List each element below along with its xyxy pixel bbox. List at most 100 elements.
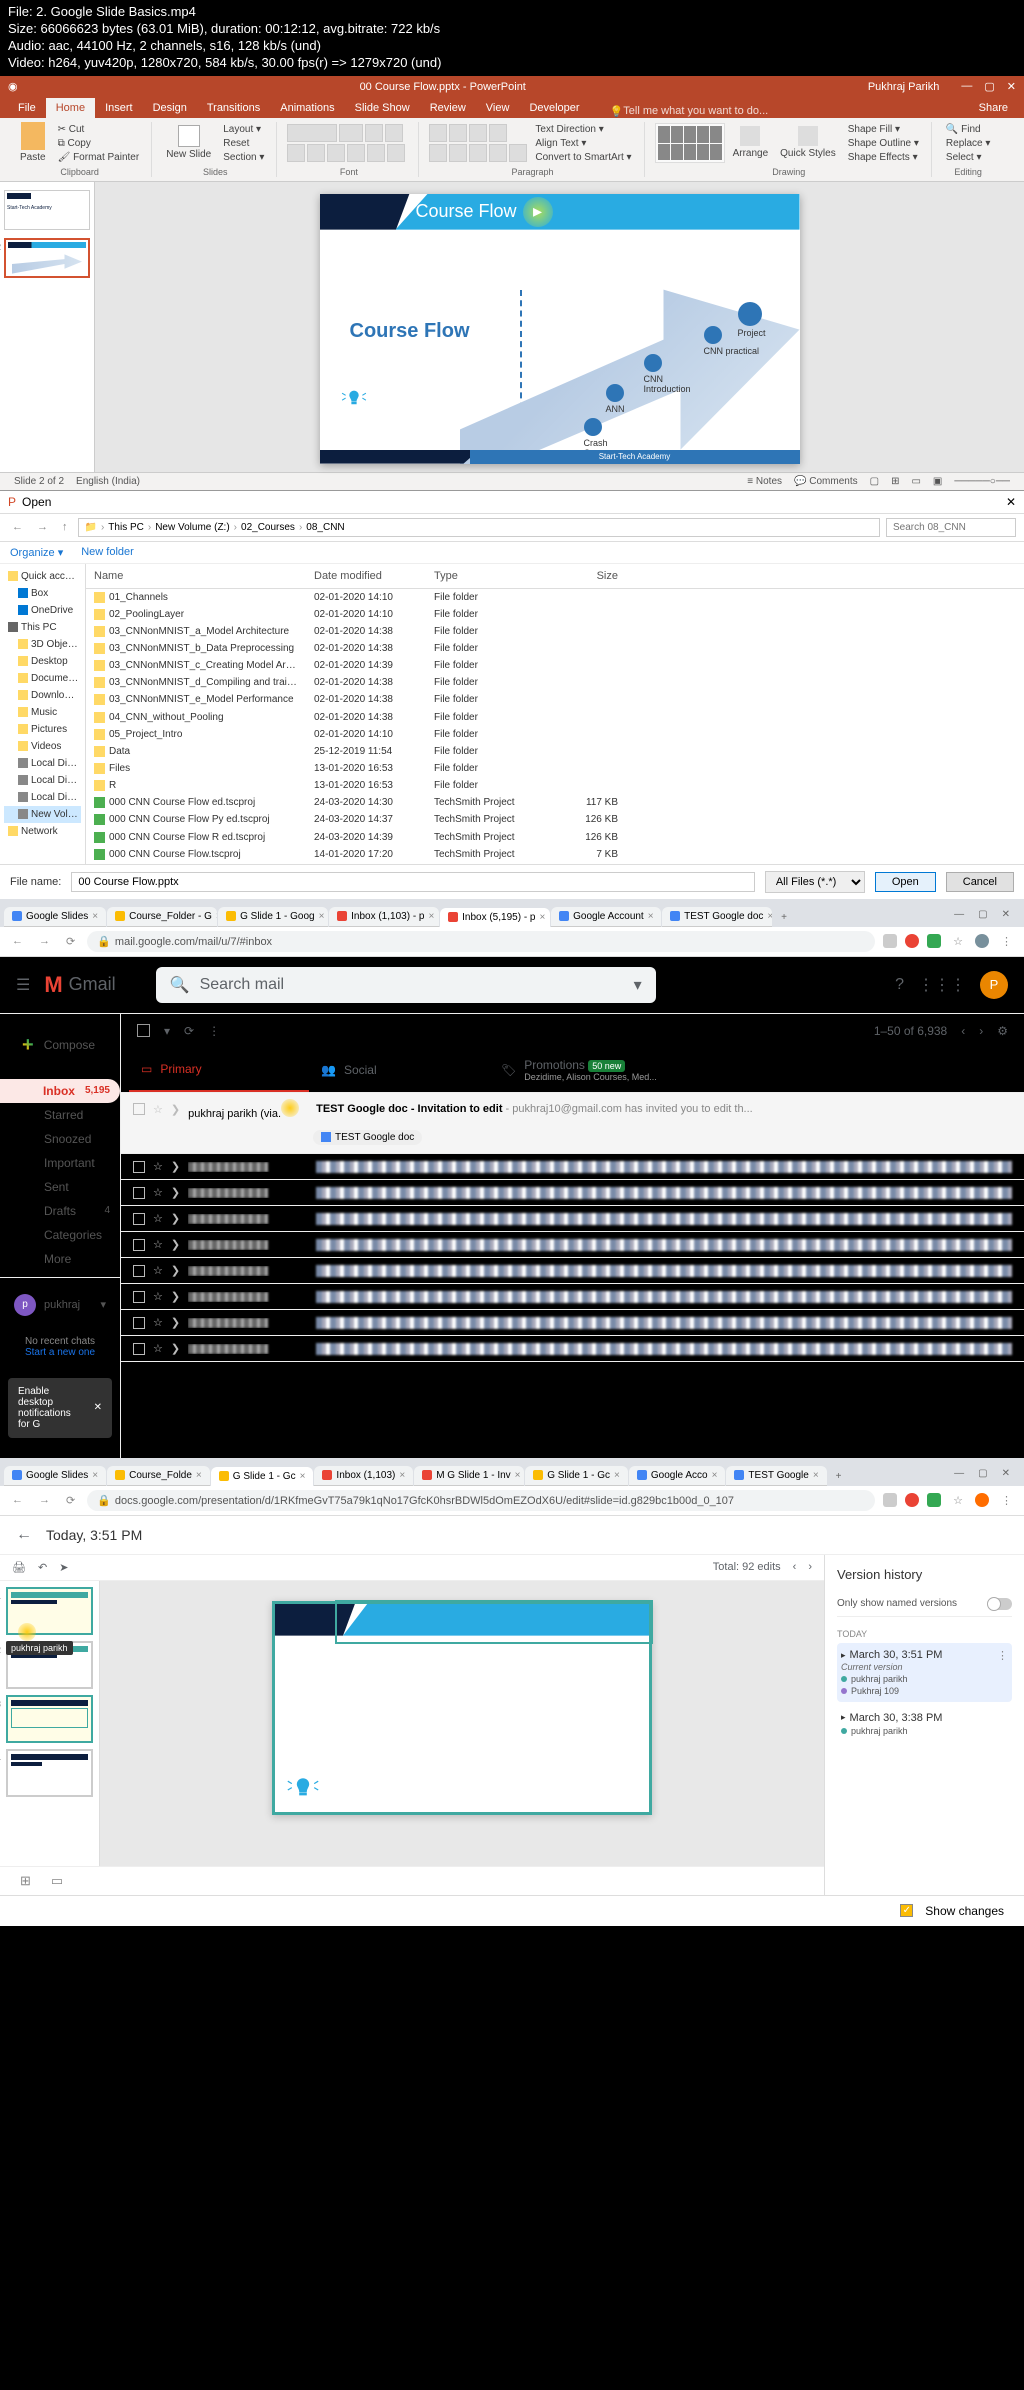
strike-button[interactable]: [347, 144, 365, 162]
file-row[interactable]: 02_PoolingLayer02-01-2020 14:10File fold…: [86, 606, 1024, 623]
file-row[interactable]: 03_CNNonMNIST_a_Model Architecture02-01-…: [86, 623, 1024, 640]
italic-button[interactable]: [307, 144, 325, 162]
browser-tab[interactable]: Inbox (5,195) - p×: [440, 908, 550, 927]
more-icon[interactable]: ⋮: [997, 1649, 1008, 1662]
ext-icon[interactable]: [927, 934, 941, 948]
help-icon[interactable]: ?: [895, 976, 904, 994]
settings-icon[interactable]: ⚙: [997, 1024, 1008, 1038]
nav-back-icon[interactable]: ←: [8, 933, 27, 949]
grow-font[interactable]: [365, 124, 383, 142]
close-icon[interactable]: ✕: [1002, 909, 1010, 920]
reset-button[interactable]: Reset: [219, 137, 268, 150]
notification-toast[interactable]: Enable desktop notifications for G ✕: [8, 1378, 112, 1438]
tab-close-icon[interactable]: ×: [712, 1470, 718, 1481]
thumb-2[interactable]: 2: [4, 238, 90, 278]
vh-thumb-1[interactable]: 1: [6, 1587, 93, 1635]
row-checkbox[interactable]: [133, 1317, 145, 1329]
version-item[interactable]: ▸March 30, 3:51 PM⋮Current versionpukhra…: [837, 1643, 1012, 1702]
tab-close-icon[interactable]: ×: [92, 1470, 98, 1481]
maximize-icon[interactable]: ▢: [978, 1468, 987, 1479]
important-icon[interactable]: ❯: [171, 1160, 180, 1173]
important-icon[interactable]: ❯: [171, 1238, 180, 1251]
profile-icon[interactable]: [975, 934, 989, 948]
col-name[interactable]: Name: [86, 568, 306, 584]
new-slide-button[interactable]: New Slide: [162, 125, 215, 161]
organize-button[interactable]: Organize ▾: [10, 546, 63, 559]
new-tab-button[interactable]: +: [828, 1467, 850, 1486]
star-icon[interactable]: ☆: [153, 1238, 163, 1251]
email-row[interactable]: ☆❯: [121, 1284, 1024, 1310]
smartart[interactable]: Convert to SmartArt ▾: [531, 151, 635, 164]
prev-icon[interactable]: ‹: [961, 1024, 965, 1038]
sidebar-item[interactable]: New Volume (Z:): [4, 806, 81, 823]
star-icon[interactable]: ☆: [949, 1492, 967, 1509]
email-row[interactable]: ☆❯: [121, 1180, 1024, 1206]
shape-effects[interactable]: Shape Effects ▾: [844, 151, 923, 164]
sidebar-item[interactable]: Quick access: [4, 568, 81, 585]
comments-button[interactable]: 💬 Comments: [794, 476, 858, 487]
important-icon[interactable]: ❯: [171, 1342, 180, 1355]
important-icon[interactable]: ❯: [171, 1316, 180, 1329]
email-row[interactable]: ☆❯: [121, 1310, 1024, 1336]
browser-tab[interactable]: M G Slide 1 - Inv×: [414, 1466, 524, 1486]
shadow-button[interactable]: [367, 144, 385, 162]
tab-file[interactable]: File: [8, 98, 46, 118]
tab-close-icon[interactable]: ×: [196, 1470, 202, 1481]
select-dropdown-icon[interactable]: ▾: [164, 1024, 170, 1038]
ext-icon[interactable]: [927, 1493, 941, 1507]
tab-close-icon[interactable]: ×: [515, 1470, 521, 1481]
sidebar-item[interactable]: Local Disk (D:): [4, 772, 81, 789]
slide-canvas[interactable]: Course Flow ▸ Course Flow Crash Course A…: [95, 182, 1024, 472]
tab-close-icon[interactable]: ×: [539, 912, 545, 923]
email-row[interactable]: ☆❯: [121, 1336, 1024, 1362]
star-icon[interactable]: ☆: [153, 1290, 163, 1303]
gmail-nav-item[interactable]: Sent: [0, 1175, 120, 1199]
important-icon[interactable]: ❯: [171, 1186, 180, 1199]
file-row[interactable]: 03_CNNonMNIST_b_Data Preprocessing02-01-…: [86, 640, 1024, 657]
file-row[interactable]: Data25-12-2019 11:54File folder: [86, 743, 1024, 760]
tab-close-icon[interactable]: ×: [428, 911, 434, 922]
minimize-icon[interactable]: —: [961, 80, 972, 93]
star-icon[interactable]: ☆: [153, 1264, 163, 1277]
tab-insert[interactable]: Insert: [95, 98, 143, 118]
sidebar-item[interactable]: Network: [4, 823, 81, 840]
next-icon[interactable]: ›: [979, 1024, 983, 1038]
quick-styles-icon[interactable]: [798, 126, 818, 146]
sidebar-item[interactable]: Music: [4, 704, 81, 721]
toggle-switch[interactable]: [988, 1598, 1012, 1610]
named-versions-toggle[interactable]: Only show named versions: [837, 1592, 1012, 1617]
browser-tab[interactable]: Course_Folde×: [107, 1466, 210, 1486]
numbering[interactable]: [449, 124, 467, 142]
important-icon[interactable]: ❯: [171, 1103, 180, 1116]
ext-icon[interactable]: [883, 934, 897, 948]
url-input[interactable]: 🔒mail.google.com/mail/u/7/#inbox: [87, 931, 875, 952]
sidebar-item[interactable]: 3D Objects: [4, 636, 81, 653]
vh-canvas[interactable]: [100, 1581, 824, 1866]
undo-icon[interactable]: ↶: [38, 1561, 47, 1574]
filename-input[interactable]: [71, 872, 754, 892]
minimize-icon[interactable]: —: [954, 909, 964, 920]
expand-icon[interactable]: ▸: [841, 1650, 846, 1661]
file-filter-select[interactable]: All Files (*.*): [765, 871, 865, 893]
maximize-icon[interactable]: ▢: [978, 909, 987, 920]
version-item[interactable]: ▸March 30, 3:38 PMpukhraj parikh: [837, 1706, 1012, 1742]
close-icon[interactable]: ✕: [1002, 1468, 1010, 1479]
align-right[interactable]: [469, 144, 487, 162]
profile-icon[interactable]: [975, 1493, 989, 1507]
reload-icon[interactable]: ⟳: [62, 1492, 79, 1509]
sidebar-item[interactable]: Box: [4, 585, 81, 602]
col-date[interactable]: Date modified: [306, 568, 426, 584]
tab-close-icon[interactable]: ×: [648, 911, 654, 922]
star-icon[interactable]: ☆: [153, 1186, 163, 1199]
shrink-font[interactable]: [385, 124, 403, 142]
underline-button[interactable]: [327, 144, 345, 162]
gmail-nav-item[interactable]: Starred: [0, 1103, 120, 1127]
show-changes-checkbox[interactable]: ✓: [900, 1904, 913, 1917]
row-checkbox[interactable]: [133, 1103, 145, 1115]
tab-close-icon[interactable]: ×: [216, 911, 217, 922]
col-size[interactable]: Size: [546, 568, 626, 584]
row-checkbox[interactable]: [133, 1213, 145, 1225]
sidebar-item[interactable]: Desktop: [4, 653, 81, 670]
view-reading-icon[interactable]: ▭: [911, 476, 920, 487]
compose-button[interactable]: + Compose: [8, 1024, 112, 1067]
